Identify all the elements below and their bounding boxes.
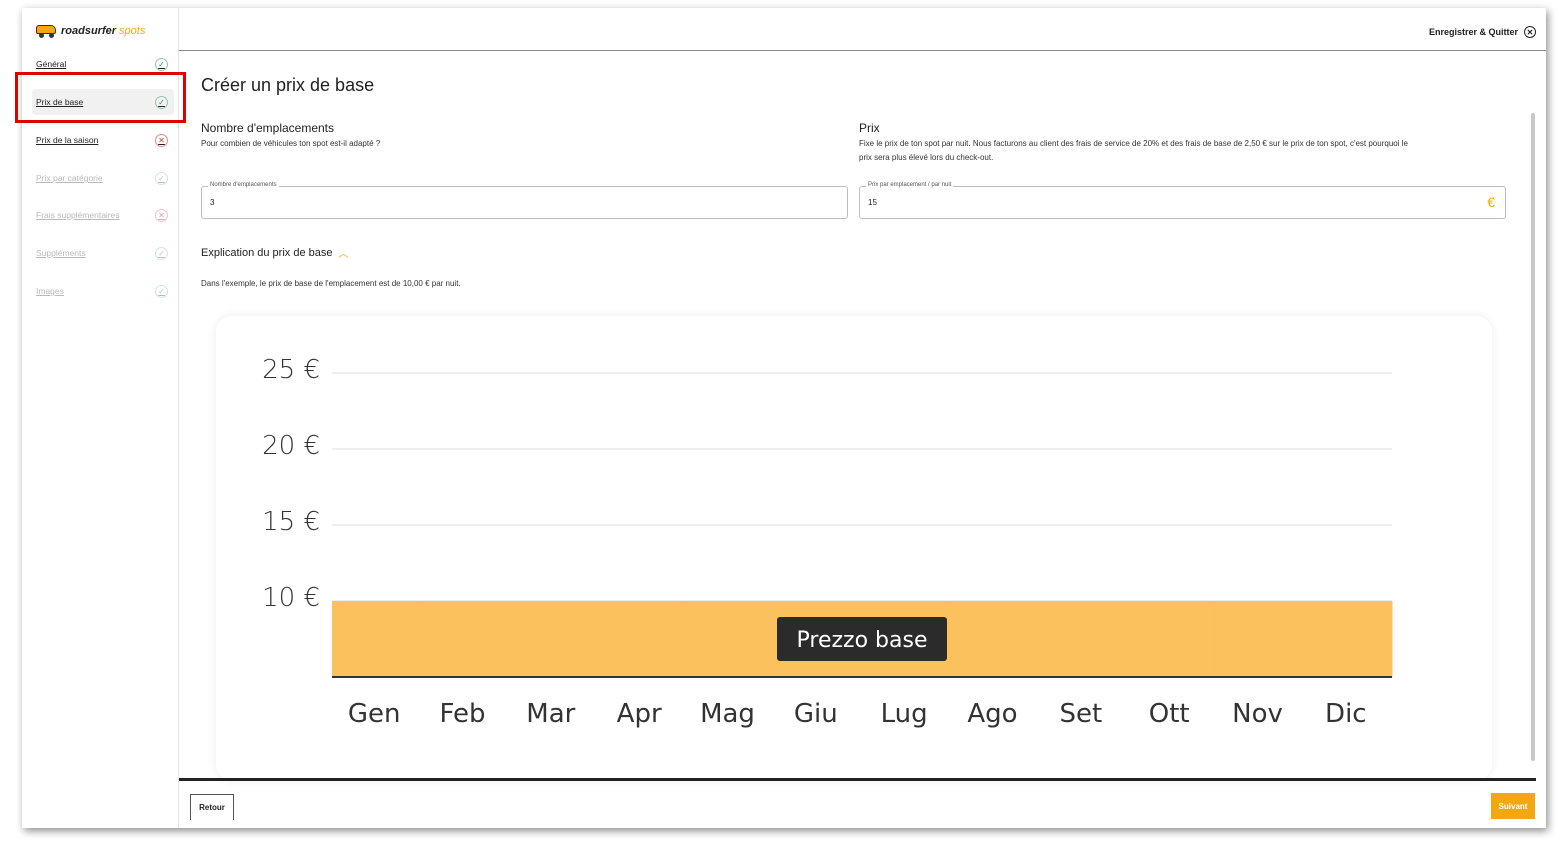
sidebar: roadsurfer spots Général ✓ Prix de base … — [22, 8, 179, 828]
chevron-up-icon: ︿ — [338, 249, 349, 260]
van-icon — [36, 24, 56, 38]
places-field[interactable]: Nombre d'emplacements 3 — [201, 182, 848, 219]
x-tick-label: Lug — [881, 699, 928, 729]
page-title: Créer un prix de base — [201, 75, 375, 95]
area-segment — [1038, 601, 1128, 677]
sidebar-item-base-price[interactable]: Prix de base ✓ — [32, 89, 174, 115]
next-button[interactable]: Suivant — [1491, 793, 1535, 819]
sidebar-item-label: Général — [36, 59, 67, 69]
area-segment — [420, 601, 510, 677]
sidebar-item-extra-fees[interactable]: Frais supplémentaires ✕ — [32, 202, 174, 228]
price-field-value: 15 — [868, 198, 877, 207]
logo-text: roadsurfer — [61, 24, 117, 37]
euro-icon: € — [1487, 194, 1495, 210]
area-segment — [1127, 601, 1216, 677]
y-tick-label: 15 € — [262, 507, 320, 537]
check-icon: ✓ — [155, 95, 168, 109]
sidebar-item-category-price[interactable]: Prix par catégorie ✓ — [32, 165, 174, 191]
price-desc-line-1: Fixe le prix de ton spot par nuit. Nous … — [859, 139, 1408, 148]
places-field-value: 3 — [210, 198, 215, 207]
explain-title: Explication du prix de base — [201, 246, 333, 259]
area-segment — [332, 601, 421, 677]
error-icon: ✕ — [155, 133, 168, 147]
price-desc: Fixe le prix de ton spot par nuit. Nous … — [859, 137, 1509, 165]
x-tick-label: Gen — [348, 699, 401, 729]
x-tick-label: Dic — [1325, 699, 1367, 729]
example-text: Dans l'exemple, le prix de base de l'emp… — [201, 279, 461, 288]
sidebar-item-label: Prix de base — [36, 97, 84, 107]
app-window: roadsurfer spots Général ✓ Prix de base … — [22, 8, 1546, 828]
area-segment — [597, 601, 686, 677]
places-desc: Pour combien de véhicules ton spot est-i… — [201, 139, 381, 148]
logo-suffix: spots — [119, 24, 146, 37]
error-icon: ✕ — [155, 208, 168, 222]
area-segment — [685, 601, 775, 677]
area-segment — [1303, 601, 1393, 677]
sidebar-item-label: Images — [36, 286, 64, 296]
x-tick-label: Ott — [1149, 699, 1190, 729]
price-desc-line-2: prix sera plus élevé lors du check-out. — [859, 153, 994, 162]
save-quit-label: Enregistrer & Quitter — [1428, 27, 1518, 37]
chart-svg: 25 € 20 € 15 € 10 € Prezzo base Gen Feb Mar Apr M… — [262, 355, 1393, 729]
area-segment — [508, 601, 598, 677]
check-icon: ✓ — [155, 171, 168, 185]
explain-toggle[interactable]: Explication du prix de base ︿ — [201, 245, 349, 261]
sidebar-item-label: Prix par catégorie — [36, 173, 103, 183]
sidebar-item-images[interactable]: Images ✓ — [32, 278, 174, 304]
x-tick-label: Mag — [700, 699, 755, 729]
x-tick-label: Ago — [967, 699, 1017, 729]
close-icon: ✕ — [1524, 26, 1536, 38]
x-tick-label: Nov — [1232, 699, 1283, 729]
main-content: Créer un prix de base Nombre d'emplaceme… — [179, 51, 1546, 780]
area-segment — [950, 601, 1040, 677]
top-bar: Enregistrer & Quitter ✕ — [179, 8, 1546, 51]
x-tick-label: Feb — [439, 699, 485, 729]
check-icon: ✓ — [155, 57, 168, 71]
base-price-chart: 25 € 20 € 15 € 10 € Prezzo base Gen Feb Mar Apr M… — [216, 316, 1492, 780]
sidebar-item-general[interactable]: Général ✓ — [32, 51, 174, 77]
sidebar-item-season-price[interactable]: Prix de la saison ✕ — [32, 127, 174, 153]
footer: Retour Suivant — [179, 778, 1536, 828]
price-field-label: Prix par emplacement / par nuit — [866, 182, 954, 188]
price-title: Prix — [859, 121, 880, 135]
price-field[interactable]: Prix par emplacement / par nuit 15 € — [859, 182, 1506, 219]
x-tick-label: Set — [1059, 699, 1102, 729]
places-title: Nombre d'emplacements — [201, 121, 335, 135]
x-tick-label: Mar — [526, 699, 575, 729]
scrollbar[interactable] — [1531, 113, 1535, 761]
band-label: Prezzo base — [797, 628, 928, 653]
check-icon: ✓ — [155, 284, 168, 298]
logo: roadsurfer spots — [36, 24, 146, 38]
places-field-label: Nombre d'emplacements — [208, 182, 279, 188]
y-tick-label: 10 € — [262, 583, 320, 613]
x-tick-label: Giu — [794, 699, 838, 729]
x-tick-label: Apr — [617, 699, 662, 729]
save-quit-button[interactable]: Enregistrer & Quitter ✕ — [1429, 26, 1536, 38]
back-button[interactable]: Retour — [190, 794, 234, 820]
area-segment — [1215, 601, 1305, 677]
y-tick-label: 25 € — [262, 355, 320, 385]
y-tick-label: 20 € — [262, 431, 320, 461]
sidebar-item-label: Frais supplémentaires — [36, 210, 120, 220]
sidebar-item-supplements[interactable]: Suppléments ✓ — [32, 240, 174, 266]
sidebar-item-label: Prix de la saison — [36, 135, 99, 145]
check-icon: ✓ — [155, 246, 168, 260]
sidebar-item-label: Suppléments — [36, 248, 86, 258]
